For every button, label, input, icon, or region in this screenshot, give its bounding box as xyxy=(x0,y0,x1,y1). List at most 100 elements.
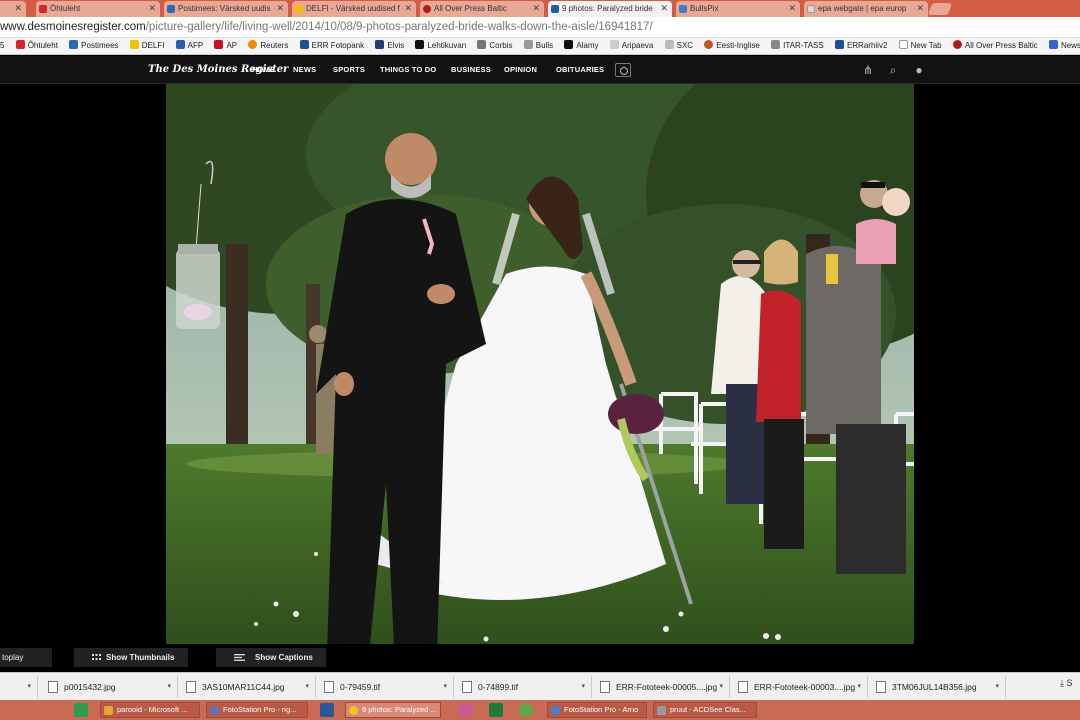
bookmark-corbis[interactable]: Corbis xyxy=(477,38,513,54)
bullspix-favicon-icon xyxy=(679,5,687,13)
word-icon[interactable] xyxy=(320,703,334,717)
app-launcher-icon[interactable] xyxy=(74,703,88,717)
download-item[interactable]: ERR-Fototeek-00003....jpg ▾ xyxy=(734,676,868,698)
tab-close-icon[interactable]: ✕ xyxy=(788,3,796,14)
tab-close-icon[interactable]: ✕ xyxy=(916,3,924,14)
file-icon xyxy=(48,681,58,693)
tab-partial[interactable]: ✕ xyxy=(0,1,26,17)
chevron-down-icon[interactable]: ▾ xyxy=(305,676,309,698)
tab-postimees[interactable]: Postimees: Värsked uudis ✕ xyxy=(164,1,288,17)
bookmark-reuters[interactable]: Reuters xyxy=(248,38,288,54)
taskbar-item-label: 9 photos: Paralyzed ... xyxy=(362,705,437,714)
download-filename: 0-74899.tif xyxy=(478,682,519,692)
taskbar-item[interactable]: pruut - ACDSee Clas... xyxy=(653,702,757,718)
bookmark-favicon-icon xyxy=(898,40,908,49)
bookmark-elvis[interactable]: Elvis xyxy=(375,38,404,54)
tab-ohtuleht[interactable]: Õhtuleht ✕ xyxy=(36,1,160,17)
folder-icon xyxy=(104,706,113,715)
autoplay-button[interactable]: toplay xyxy=(0,648,52,667)
bookmark-postimees[interactable]: Postimees xyxy=(69,38,119,54)
tab-close-icon[interactable]: ✕ xyxy=(276,3,284,14)
bookmark-ohtuleht[interactable]: Õhtuleht xyxy=(15,38,58,54)
bookmark-lehtikuvan[interactable]: Lehtikuvan xyxy=(415,38,466,54)
tab-close-icon[interactable]: ✕ xyxy=(532,3,540,14)
tab-des-moines-gallery[interactable]: 9 photos: Paralyzed bride ✕ xyxy=(548,1,672,17)
chevron-down-icon[interactable]: ▾ xyxy=(581,676,585,698)
nav-home[interactable]: HOME xyxy=(252,65,275,74)
bookmark-sxc[interactable]: SXC xyxy=(664,38,693,54)
bookmark-err-fotopank[interactable]: ERR Fotopank xyxy=(299,38,364,54)
tab-close-icon[interactable]: ✕ xyxy=(148,3,156,14)
share-icon[interactable]: ⋔ xyxy=(860,62,876,78)
taskbar-item-label: parooid - Microsoft ... xyxy=(117,705,188,714)
tab-epa-webgate[interactable]: epa webgate | epa europ ✕ xyxy=(804,1,928,17)
excel-icon[interactable] xyxy=(489,703,503,717)
tab-close-icon[interactable]: ✕ xyxy=(404,3,412,14)
download-filename: ERR-Fototeek-00005....jpg xyxy=(616,682,718,692)
page-favicon-icon xyxy=(807,5,815,13)
bookmark-label: Lehtikuvan xyxy=(427,41,467,50)
app-icon[interactable] xyxy=(519,703,533,717)
tab-delfi[interactable]: DELFI - Värsked uudised f ✕ xyxy=(292,1,416,17)
search-icon[interactable]: ⌕ xyxy=(885,62,901,78)
download-item[interactable]: 3TM06JUL14B356.jpg ▾ xyxy=(872,676,1006,698)
nav-things-to-do[interactable]: THINGS TO DO xyxy=(380,65,436,74)
taskbar-item[interactable]: FotoStation Pro - rig... xyxy=(206,702,308,718)
bookmark-label: Alamy xyxy=(576,41,599,50)
file-icon xyxy=(738,681,748,693)
chevron-down-icon[interactable]: ▾ xyxy=(719,676,723,698)
show-all-downloads[interactable]: ⤓ S xyxy=(1060,678,1073,689)
download-item[interactable]: ERR-Fototeek-00005....jpg ▾ xyxy=(596,676,730,698)
download-filename: 3AS10MAR11C44.jpg xyxy=(202,682,285,692)
chevron-down-icon[interactable]: ▾ xyxy=(443,676,447,698)
tab-all-over-press[interactable]: All Over Press Baltic ✕ xyxy=(420,1,544,17)
show-thumbnails-button[interactable]: Show Thumbnails xyxy=(74,648,188,667)
tab-bullspix[interactable]: BullsPix ✕ xyxy=(676,1,800,17)
download-item[interactable]: 0-79459.tif ▾ xyxy=(320,676,454,698)
nav-opinion[interactable]: OPINION xyxy=(504,65,537,74)
user-icon[interactable]: ● xyxy=(911,62,927,78)
bookmark-partial[interactable]: 5 xyxy=(0,38,4,54)
bookmark-favicon-icon xyxy=(477,40,487,49)
camera-icon[interactable] xyxy=(615,63,631,77)
download-item[interactable]: 3AS10MAR11C44.jpg ▾ xyxy=(182,676,316,698)
bookmark-eesti-inglise[interactable]: Eesti-Inglise xyxy=(704,38,760,54)
tab-label: Postimees: Värsked uudis xyxy=(178,4,271,13)
app-icon[interactable] xyxy=(459,703,473,717)
bookmark-alamy[interactable]: Alamy xyxy=(564,38,599,54)
bookmark-aripaeva[interactable]: Aripaeva xyxy=(609,38,653,54)
bookmark-all-over-press[interactable]: All Over Press Baltic xyxy=(952,38,1038,54)
bookmark-errarhiiv2[interactable]: ERRarhiiv2 xyxy=(834,38,887,54)
show-captions-button[interactable]: Show Captions xyxy=(216,648,326,667)
tab-close-icon[interactable]: ✕ xyxy=(14,3,22,14)
tab-close-icon[interactable]: ✕ xyxy=(660,3,668,14)
download-item-partial[interactable]: ▾ xyxy=(0,676,38,698)
chevron-down-icon[interactable]: ▾ xyxy=(167,676,171,698)
bookmark-afp[interactable]: AFP xyxy=(175,38,203,54)
taskbar-item[interactable]: FotoStation Pro - Arno xyxy=(547,702,647,718)
bookmark-new-tab[interactable]: New Tab xyxy=(898,38,942,54)
bookmark-itar-tass[interactable]: ITAR-TASS xyxy=(771,38,824,54)
nav-sports[interactable]: SPORTS xyxy=(333,65,365,74)
download-item[interactable]: 0-74899.tif ▾ xyxy=(458,676,592,698)
address-bar[interactable]: www.desmoinesregister.com/picture-galler… xyxy=(0,17,1080,38)
bookmark-ap[interactable]: AP xyxy=(214,38,237,54)
nav-news[interactable]: NEWS xyxy=(293,65,316,74)
chevron-down-icon[interactable]: ▾ xyxy=(27,676,31,698)
bookmark-favicon-icon xyxy=(564,40,574,49)
chevron-down-icon[interactable]: ▾ xyxy=(995,676,999,698)
taskbar-item[interactable]: parooid - Microsoft ... xyxy=(100,702,200,718)
nav-business[interactable]: BUSINESS xyxy=(451,65,491,74)
bookmark-bulls[interactable]: Bulls xyxy=(523,38,553,54)
nav-obituaries[interactable]: OBITUARIES xyxy=(556,65,604,74)
bookmark-label: ITAR-TASS xyxy=(783,41,824,50)
bookmark-delfi[interactable]: DELFI xyxy=(129,38,164,54)
bookmark-label: Postimees xyxy=(81,41,119,50)
bookmark-newsline[interactable]: Newsline Photo Ag xyxy=(1049,38,1080,54)
chevron-down-icon[interactable]: ▾ xyxy=(857,676,861,698)
show-captions-label: Show Captions xyxy=(255,653,313,662)
gallery-photo[interactable] xyxy=(166,84,914,644)
new-tab-button[interactable] xyxy=(927,3,953,15)
download-item[interactable]: p0015432.jpg ▾ xyxy=(44,676,178,698)
taskbar-item[interactable]: 9 photos: Paralyzed ... xyxy=(345,702,441,718)
